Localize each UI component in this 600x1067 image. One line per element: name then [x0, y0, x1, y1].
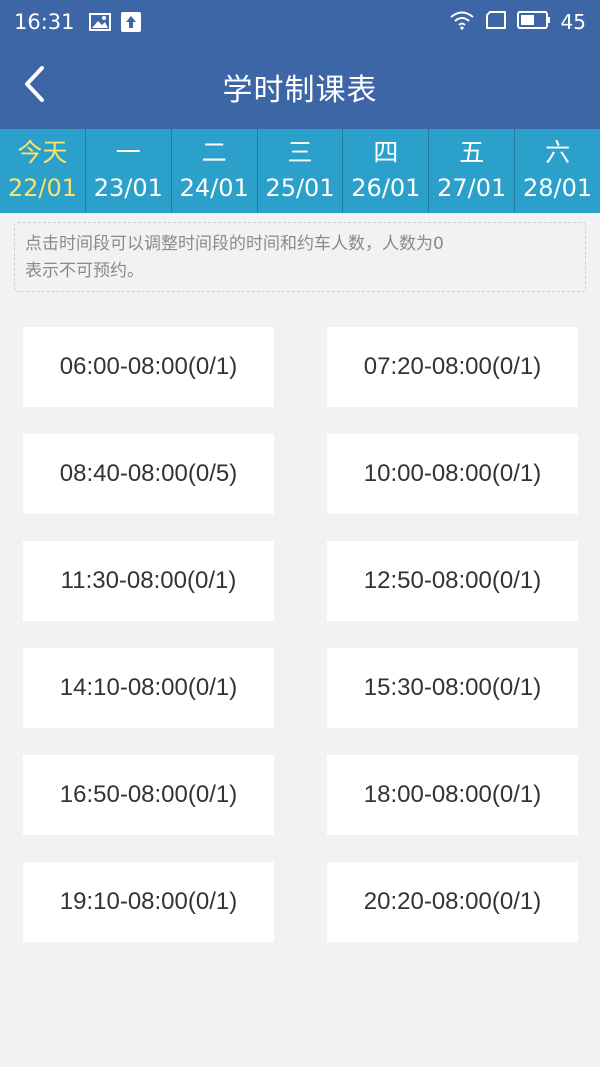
time-slot-grid: 06:00-08:00(0/1) 07:20-08:00(0/1) 08:40-08… — [23, 327, 578, 942]
day-tab-name: 三 — [287, 138, 313, 167]
day-tab-name: 二 — [201, 138, 227, 167]
day-tab-0[interactable]: 今天 22/01 — [0, 129, 86, 213]
day-tab-date: 26/01 — [351, 174, 421, 202]
day-tab-name: 四 — [373, 138, 399, 167]
day-tab-name: 今天 — [17, 138, 68, 167]
day-tab-date: 27/01 — [437, 174, 507, 202]
hint-box: 点击时间段可以调整时间段的时间和约车人数，人数为0 表示不可预约。 — [14, 222, 586, 292]
sim-icon — [485, 11, 507, 33]
day-tab-name: 一 — [115, 138, 141, 167]
nav-bar: 学时制课表 — [0, 44, 600, 129]
day-tab-date: 22/01 — [7, 174, 78, 202]
hint-line-2: 表示不可预约。 — [25, 261, 144, 281]
time-slot-button[interactable]: 16:50-08:00(0/1) — [23, 755, 274, 835]
status-time: 16:31 — [14, 10, 75, 34]
hint-line-1: 点击时间段可以调整时间段的时间和约车人数，人数为0 — [25, 234, 444, 254]
time-slot-button[interactable]: 08:40-08:00(0/5) — [23, 434, 274, 514]
back-button[interactable] — [14, 64, 54, 108]
wifi-icon — [449, 10, 475, 34]
day-tab-date: 23/01 — [93, 174, 163, 202]
time-slot-button[interactable]: 20:20-08:00(0/1) — [327, 862, 578, 942]
time-slot-button[interactable]: 07:20-08:00(0/1) — [327, 327, 578, 407]
day-tab-5[interactable]: 五 27/01 — [429, 129, 516, 213]
day-tab-3[interactable]: 三 25/01 — [258, 129, 344, 213]
day-tab-date: 25/01 — [265, 174, 335, 202]
status-right: 45 — [449, 10, 586, 34]
upload-icon — [120, 12, 141, 32]
time-slot-button[interactable]: 10:00-08:00(0/1) — [327, 434, 578, 514]
time-slot-button[interactable]: 19:10-08:00(0/1) — [23, 862, 274, 942]
time-slot-button[interactable]: 14:10-08:00(0/1) — [23, 648, 274, 728]
battery-icon — [516, 11, 551, 33]
day-tab-4[interactable]: 四 26/01 — [343, 129, 430, 213]
day-tab-2[interactable]: 二 24/01 — [172, 129, 258, 213]
image-icon — [88, 13, 111, 31]
day-tab-date: 28/01 — [523, 174, 593, 202]
battery-percent: 45 — [560, 10, 586, 34]
time-slot-button[interactable]: 11:30-08:00(0/1) — [23, 541, 274, 621]
day-tab-date: 24/01 — [179, 174, 249, 202]
time-slot-button[interactable]: 12:50-08:00(0/1) — [327, 541, 578, 621]
day-tab-6[interactable]: 六 28/01 — [515, 129, 600, 213]
chevron-left-icon — [23, 66, 45, 106]
day-tabs: 今天 22/01 一 23/01 二 24/01 三 25/01 四 26/01 五 27/01 六 28… — [0, 129, 600, 213]
time-slot-button[interactable]: 18:00-08:00(0/1) — [327, 755, 578, 835]
time-slot-button[interactable]: 06:00-08:00(0/1) — [23, 327, 274, 407]
day-tab-name: 六 — [545, 138, 571, 167]
day-tab-1[interactable]: 一 23/01 — [86, 129, 172, 213]
day-tab-name: 五 — [459, 138, 485, 167]
page-title: 学时制课表 — [222, 72, 378, 108]
time-slot-button[interactable]: 15:30-08:00(0/1) — [327, 648, 578, 728]
status-bar: 16:31 45 — [0, 0, 600, 44]
